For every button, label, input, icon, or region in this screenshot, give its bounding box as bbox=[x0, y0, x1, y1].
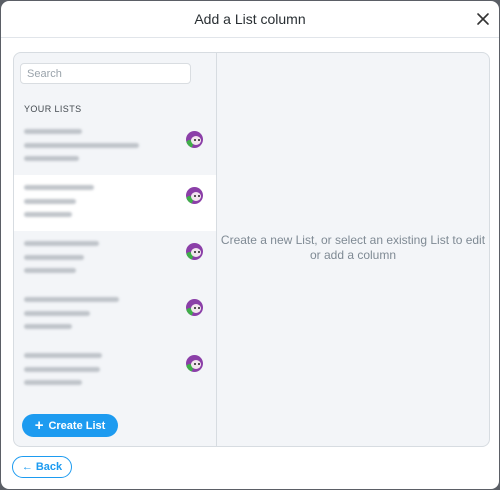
search-input[interactable] bbox=[20, 63, 191, 84]
list-item[interactable] bbox=[14, 175, 216, 231]
close-icon[interactable] bbox=[475, 11, 491, 27]
your-lists-label: YOUR LISTS bbox=[24, 104, 82, 114]
redacted-list-description bbox=[24, 199, 76, 204]
arrow-left-icon: ← bbox=[21, 461, 33, 473]
plus-icon: + bbox=[34, 417, 44, 434]
redacted-list-meta bbox=[24, 212, 72, 217]
redacted-list-description bbox=[24, 255, 84, 260]
redacted-list-name bbox=[24, 185, 94, 190]
create-list-label: Create List bbox=[48, 419, 106, 432]
redacted-list-meta bbox=[24, 156, 79, 161]
lists-container bbox=[14, 119, 216, 399]
create-list-button[interactable]: + Create List bbox=[22, 414, 118, 437]
avatar-icon bbox=[186, 243, 203, 260]
redacted-list-name bbox=[24, 129, 82, 134]
redacted-list-description bbox=[24, 367, 100, 372]
redacted-list-meta bbox=[24, 380, 82, 385]
avatar-icon bbox=[186, 299, 203, 316]
avatar-icon bbox=[186, 187, 203, 204]
redacted-list-name bbox=[24, 241, 99, 246]
back-button[interactable]: ← Back bbox=[12, 456, 72, 478]
dialog-title: Add a List column bbox=[194, 11, 306, 27]
redacted-list-meta bbox=[24, 324, 72, 329]
redacted-list-meta bbox=[24, 268, 76, 273]
lists-panel: YOUR LISTS bbox=[13, 52, 490, 447]
list-item[interactable] bbox=[14, 343, 216, 399]
avatar-icon bbox=[186, 131, 203, 148]
lists-sidebar: YOUR LISTS bbox=[14, 53, 217, 446]
empty-state-message: Create a new List, or select an existing… bbox=[220, 233, 486, 262]
avatar-icon bbox=[186, 355, 203, 372]
list-item[interactable] bbox=[14, 119, 216, 175]
redacted-list-name bbox=[24, 353, 102, 358]
redacted-list-name bbox=[24, 297, 119, 302]
list-item[interactable] bbox=[14, 287, 216, 343]
add-list-column-dialog: Add a List column YOUR LISTS bbox=[1, 1, 499, 489]
redacted-list-description bbox=[24, 311, 90, 316]
list-item[interactable] bbox=[14, 231, 216, 287]
back-label: Back bbox=[35, 461, 63, 473]
dialog-header: Add a List column bbox=[1, 1, 499, 38]
redacted-list-description bbox=[24, 143, 139, 148]
